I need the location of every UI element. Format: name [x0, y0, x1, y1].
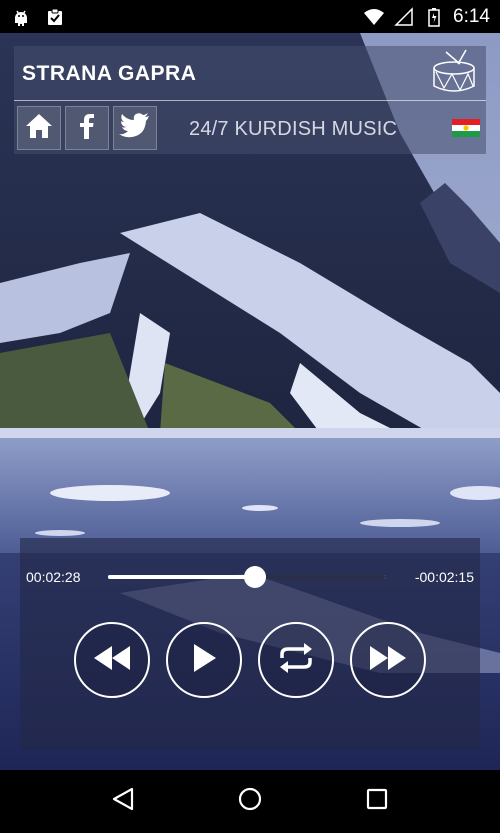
progress-thumb[interactable]	[244, 566, 267, 588]
social-row	[17, 106, 157, 150]
progress-remaining	[255, 575, 386, 579]
twitter-icon	[119, 112, 151, 145]
remaining-time: -00:02:15	[414, 569, 474, 585]
header-divider	[14, 100, 486, 101]
drum-icon	[430, 48, 478, 96]
play-button[interactable]	[166, 622, 242, 698]
app-title: STRANA GAPRA	[22, 62, 197, 85]
playback-controls	[74, 622, 426, 698]
fast-forward-button[interactable]	[350, 622, 426, 698]
twitter-button[interactable]	[113, 106, 157, 150]
kurdistan-flag-icon	[452, 119, 480, 137]
player-panel: 00:02:28 -00:02:15	[20, 538, 480, 750]
tagline: 24/7 KURDISH MUSIC	[189, 118, 398, 140]
navigation-bar	[0, 770, 500, 833]
home-nav-button[interactable]	[230, 782, 270, 822]
repeat-icon	[276, 642, 316, 679]
rewind-icon	[92, 644, 132, 677]
fast-forward-icon	[368, 644, 408, 677]
wifi-icon	[363, 6, 385, 28]
clipboard-icon	[44, 6, 66, 28]
progress-slider[interactable]	[108, 566, 386, 588]
facebook-icon	[72, 111, 102, 146]
home-button[interactable]	[17, 106, 61, 150]
rewind-button[interactable]	[74, 622, 150, 698]
play-icon	[190, 642, 218, 679]
facebook-button[interactable]	[65, 106, 109, 150]
progress-fill	[108, 575, 256, 579]
repeat-button[interactable]	[258, 622, 334, 698]
home-icon	[24, 111, 54, 146]
status-time: 6:14	[453, 5, 490, 27]
home-circle-icon	[237, 786, 263, 817]
status-bar: 6:14	[0, 0, 500, 33]
header-panel: STRANA GAPRA 24/7 KURDISH MUSIC	[14, 46, 486, 154]
recents-icon	[365, 787, 389, 816]
recents-button[interactable]	[357, 782, 397, 822]
android-icon	[10, 6, 32, 28]
battery-icon	[423, 6, 445, 28]
back-icon	[110, 786, 136, 817]
signal-icon	[393, 6, 415, 28]
back-button[interactable]	[103, 782, 143, 822]
elapsed-time: 00:02:28	[26, 569, 81, 585]
